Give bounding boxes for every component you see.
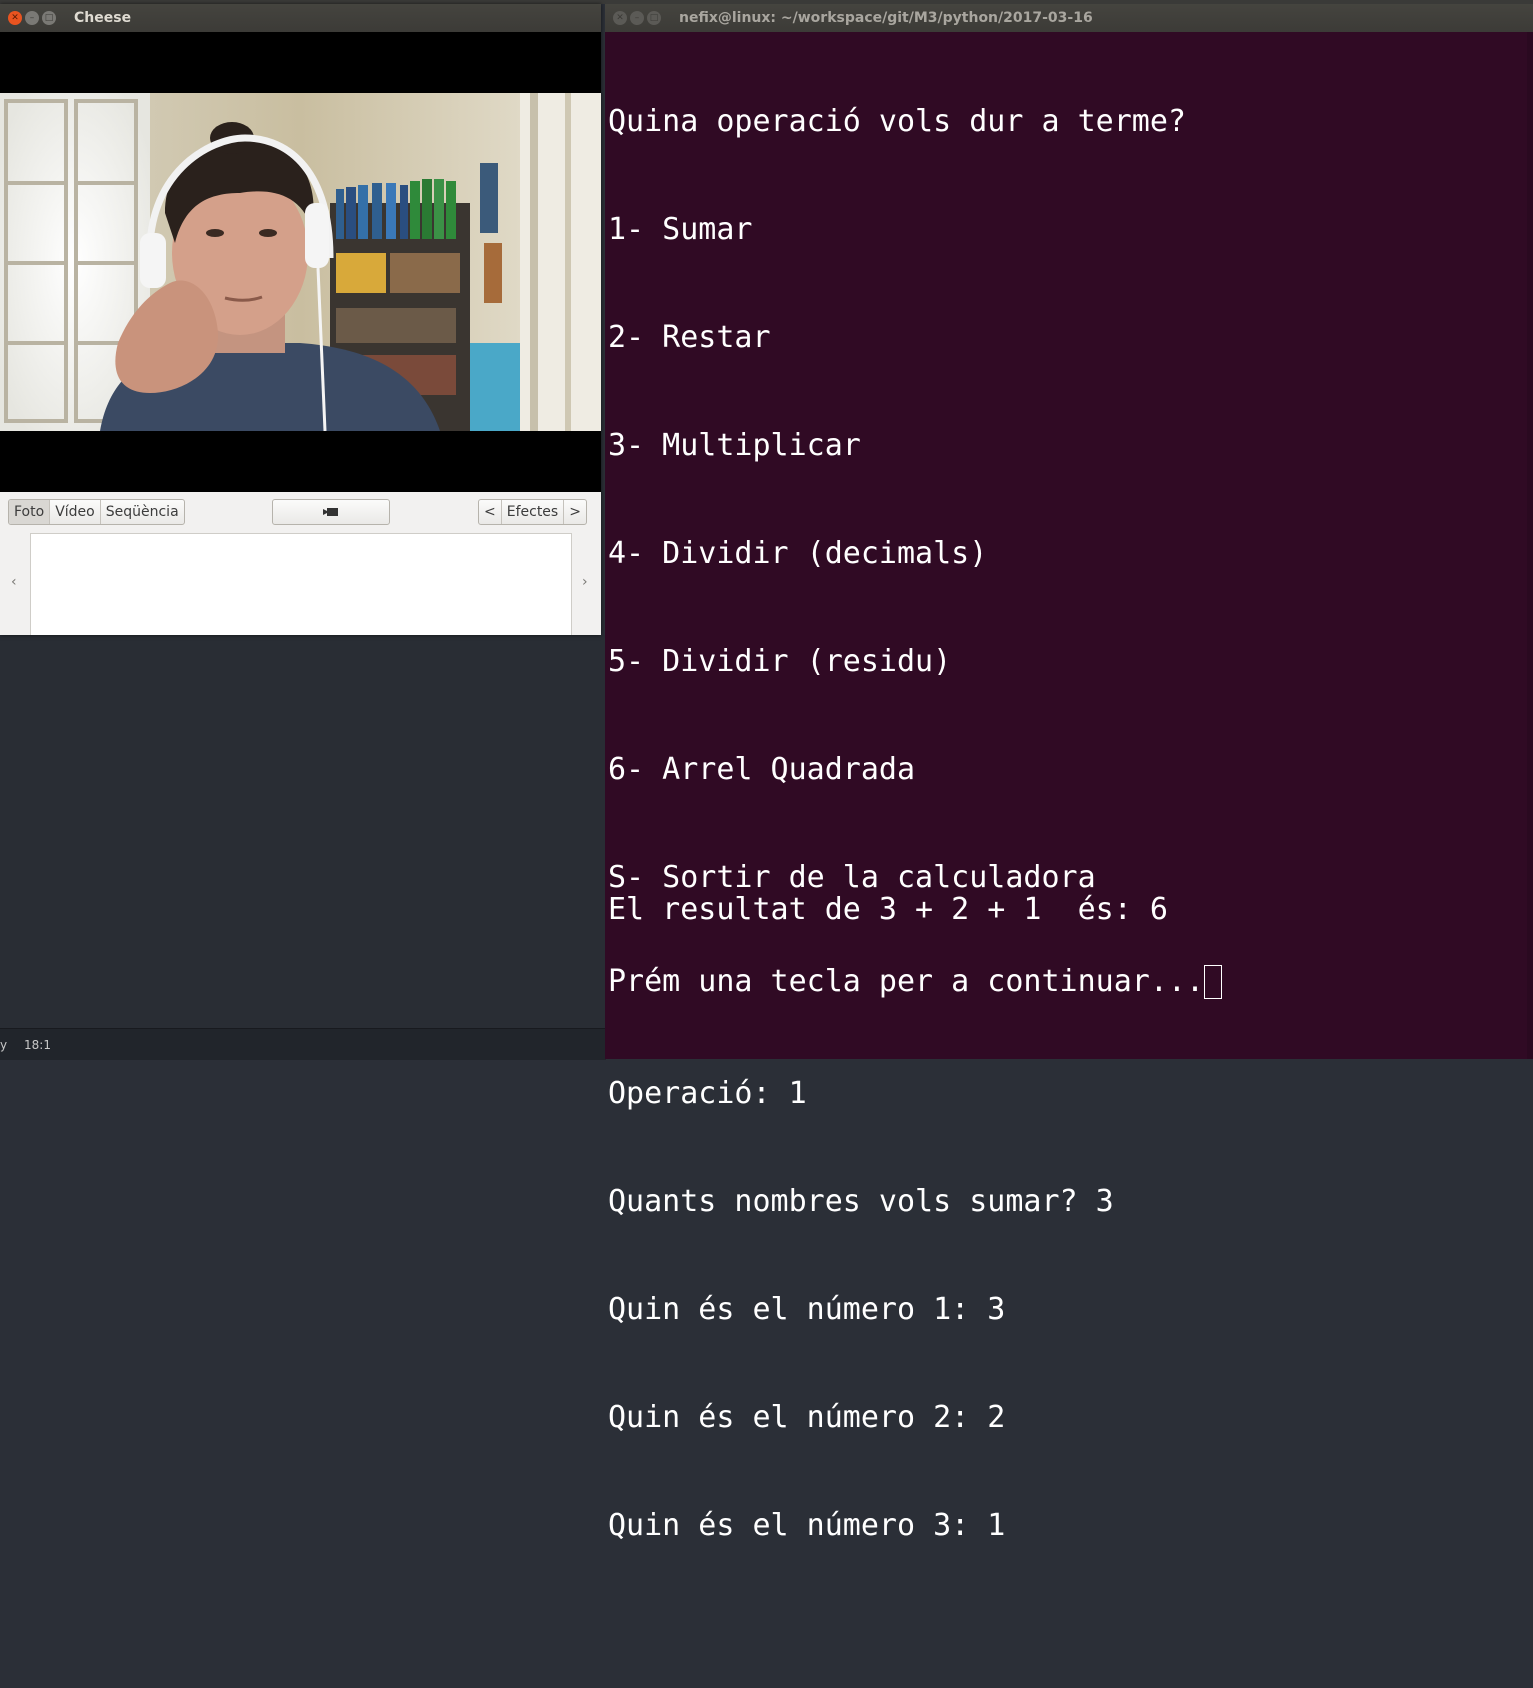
terminal-line: Quin és el número 1: 3	[608, 1292, 1006, 1327]
terminal-line: Operació: 1	[608, 1076, 807, 1111]
terminal-line: Quants nombres vols sumar? 3	[608, 1184, 1114, 1219]
terminal-titlebar[interactable]: ✕ – □ nefix@linux: ~/workspace/git/M3/py…	[605, 4, 1533, 32]
cheese-toolbar: Foto Vídeo Seqüència < Efectes >	[0, 492, 601, 532]
maximize-icon[interactable]: □	[647, 11, 661, 25]
terminal-output[interactable]: Quina operació vols dur a terme? 1- Suma…	[608, 32, 1525, 1543]
terminal-window: ✕ – □ nefix@linux: ~/workspace/git/M3/py…	[605, 4, 1533, 1543]
terminal-line: Quin és el número 2: 2	[608, 1400, 1006, 1435]
take-photo-button[interactable]	[272, 499, 390, 525]
text-cursor	[1204, 965, 1223, 999]
effects-next-button[interactable]: >	[564, 500, 586, 524]
editor-background	[0, 635, 606, 1059]
minimize-icon[interactable]: –	[25, 11, 39, 25]
camera-icon	[323, 508, 338, 516]
webcam-image	[0, 93, 601, 431]
terminal-line: 6- Arrel Quadrada	[608, 752, 916, 787]
terminal-line: 4- Dividir (decimals)	[608, 536, 988, 571]
prompt-text: Prém una tecla per a continuar...	[608, 964, 1205, 999]
thumbnail-area[interactable]	[30, 533, 572, 635]
window-title: Cheese	[74, 10, 132, 26]
mode-video-button[interactable]: Vídeo	[50, 500, 101, 524]
effects-button[interactable]: Efectes	[502, 500, 565, 524]
mode-foto-button[interactable]: Foto	[9, 500, 51, 524]
terminal-line: Quina operació vols dur a terme?	[608, 104, 1186, 139]
terminal-scrollbar[interactable]	[1527, 32, 1533, 1059]
status-fragment: y	[0, 1038, 8, 1052]
mode-sequence-button[interactable]: Seqüència	[101, 500, 184, 524]
result-line: El resultat de 3 + 2 + 1 és: 6	[608, 892, 1168, 927]
prompt-line: Prém una tecla per a continuar...	[608, 964, 1223, 1000]
close-icon[interactable]: ✕	[8, 11, 22, 25]
terminal-line: 3- Multiplicar	[608, 428, 861, 463]
effects-prev-button[interactable]: <	[479, 500, 502, 524]
terminal-line: 5- Dividir (residu)	[608, 644, 952, 679]
minimize-icon[interactable]: –	[630, 11, 644, 25]
terminal-line: Quin és el número 3: 1	[608, 1508, 1006, 1543]
thumbs-prev-icon[interactable]: ‹	[11, 574, 17, 590]
cursor-position: 18:1	[24, 1038, 51, 1052]
mode-switcher: Foto Vídeo Seqüència	[8, 499, 185, 525]
cheese-window: ✕ – □ Cheese Foto Vídeo Seqüència < Efec…	[0, 4, 601, 635]
terminal-line: 2- Restar	[608, 320, 771, 355]
thumbnail-bar: ‹ ›	[0, 532, 601, 635]
editor-status-bar: y 18:1	[0, 1028, 606, 1060]
thumbs-next-icon[interactable]: ›	[582, 574, 588, 590]
window-title: nefix@linux: ~/workspace/git/M3/python/2…	[679, 10, 1093, 26]
chevron-left-icon: <	[484, 504, 496, 520]
maximize-icon[interactable]: □	[42, 11, 56, 25]
close-icon[interactable]: ✕	[613, 11, 627, 25]
terminal-line: 1- Sumar	[608, 212, 753, 247]
cheese-titlebar[interactable]: ✕ – □ Cheese	[0, 4, 601, 32]
terminal-line: S- Sortir de la calculadora	[608, 860, 1096, 895]
camera-preview	[0, 32, 601, 492]
effects-group: < Efectes >	[478, 499, 587, 525]
chevron-right-icon: >	[569, 504, 581, 520]
